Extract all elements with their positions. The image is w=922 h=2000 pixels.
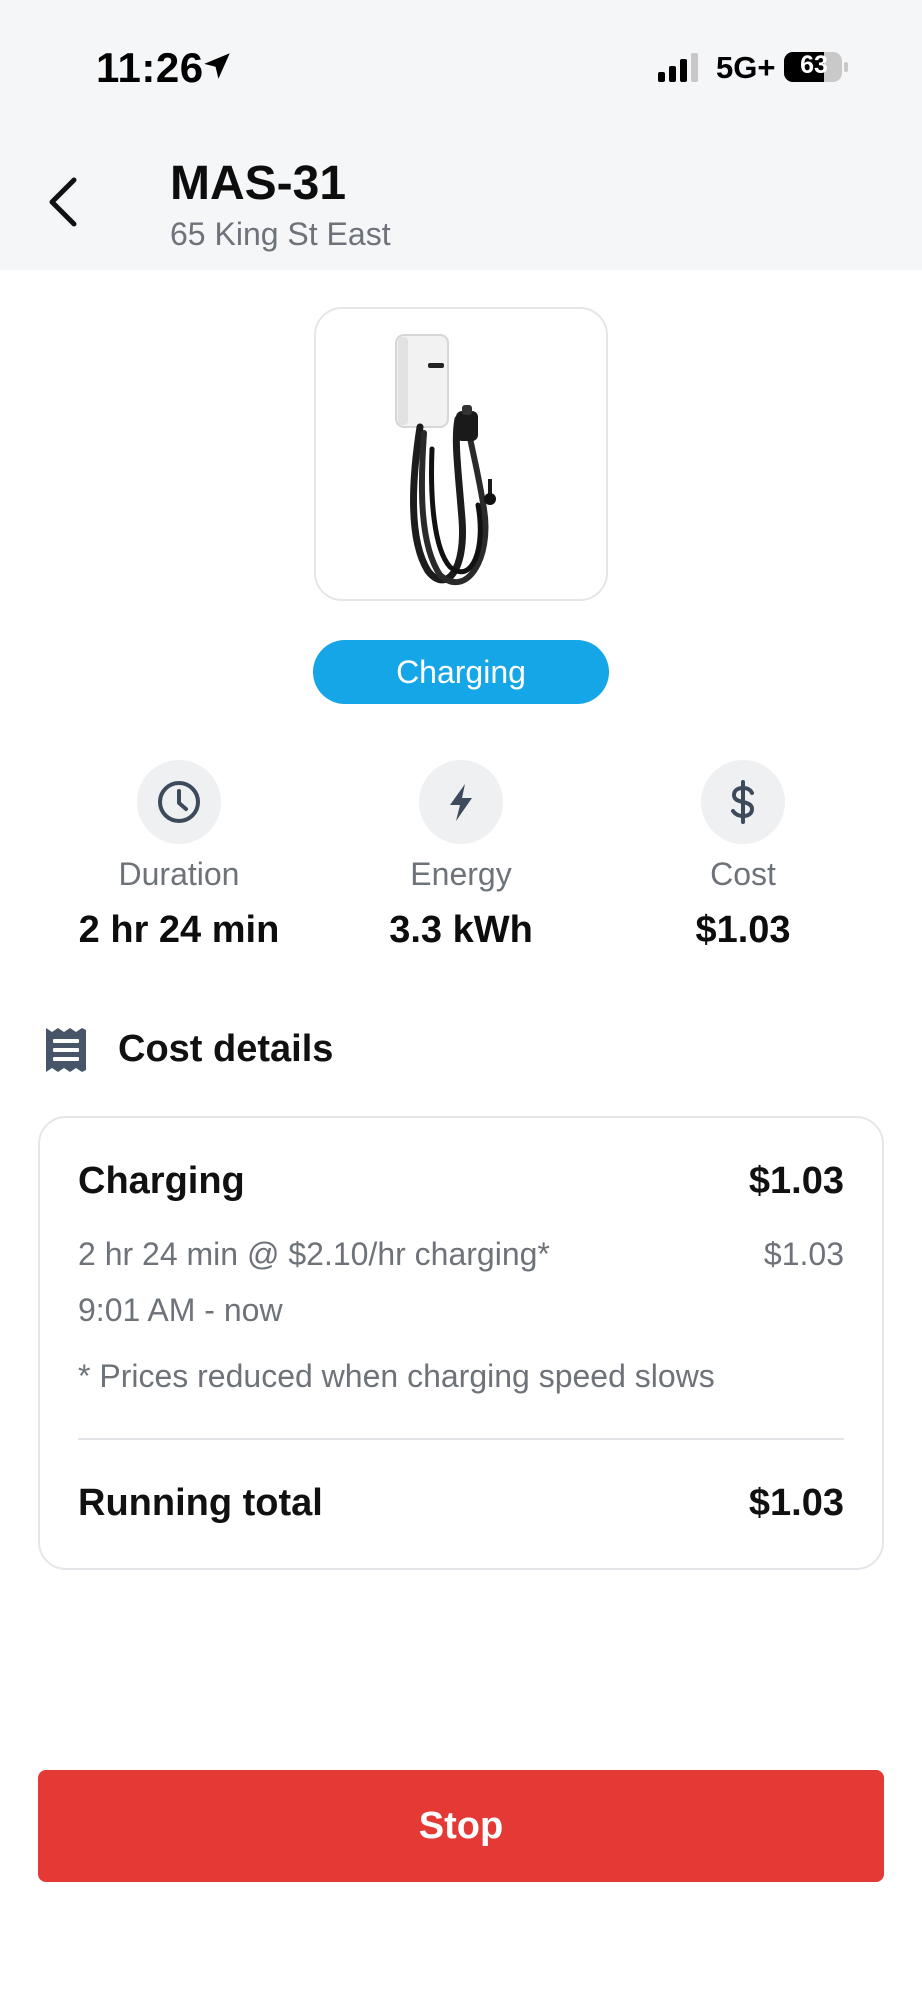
- clock-icon: [137, 760, 221, 844]
- stat-label: Duration: [118, 856, 240, 892]
- battery-level: 63: [800, 51, 828, 79]
- location-arrow-icon: [204, 53, 230, 79]
- network-type: 5G+: [716, 50, 776, 85]
- cost-details-heading: Cost details: [118, 1028, 334, 1070]
- dollar-icon: [701, 760, 785, 844]
- stat-label: Cost: [710, 856, 776, 892]
- time-range-row: 9:01 AM - now: [78, 1292, 844, 1329]
- charging-status-badge: Charging: [313, 640, 609, 704]
- charging-section-amount: $1.03: [748, 1160, 844, 1202]
- stat-label: Energy: [410, 856, 512, 892]
- station-name: MAS-31: [170, 157, 347, 210]
- running-total-amount: $1.03: [748, 1482, 844, 1524]
- running-total-label: Running total: [78, 1482, 323, 1524]
- stat-value: 2 hr 24 min: [78, 909, 280, 951]
- rate-amount: $1.03: [763, 1236, 844, 1272]
- rate-line-row: 2 hr 24 min @ $2.10/hr charging* $1.03: [78, 1236, 844, 1273]
- receipt-icon: [46, 1028, 86, 1072]
- running-total-row: Running total $1.03: [78, 1482, 844, 1525]
- lightning-icon: [419, 760, 503, 844]
- footnote-row: * Prices reduced when charging speed slo…: [78, 1358, 844, 1395]
- divider: [78, 1438, 844, 1440]
- stat-value: $1.03: [695, 909, 791, 951]
- stat-cost: Cost $1.03: [593, 760, 893, 952]
- cellular-signal-icon: [658, 53, 698, 82]
- time-range: 9:01 AM - now: [78, 1292, 283, 1328]
- status-time: 11:26: [96, 44, 204, 91]
- stat-energy: Energy 3.3 kWh: [311, 760, 611, 952]
- wall-charger-illustration: [395, 334, 496, 585]
- stat-value: 3.3 kWh: [389, 909, 533, 951]
- back-chevron-icon[interactable]: [44, 172, 84, 232]
- stat-duration: Duration 2 hr 24 min: [29, 760, 329, 952]
- cost-details-card: Charging $1.03 2 hr 24 min @ $2.10/hr ch…: [38, 1116, 884, 1570]
- rate-description: 2 hr 24 min @ $2.10/hr charging*: [78, 1236, 550, 1272]
- price-footnote: * Prices reduced when charging speed slo…: [78, 1358, 715, 1394]
- stop-button[interactable]: Stop: [38, 1770, 884, 1882]
- charger-image: [314, 307, 608, 601]
- header-area: 11:26 5G+ 63 MAS-31 65 King St East: [0, 0, 922, 270]
- charging-section-row: Charging $1.03: [78, 1160, 844, 1203]
- charging-section-label: Charging: [78, 1160, 245, 1202]
- station-address: 65 King St East: [170, 216, 391, 252]
